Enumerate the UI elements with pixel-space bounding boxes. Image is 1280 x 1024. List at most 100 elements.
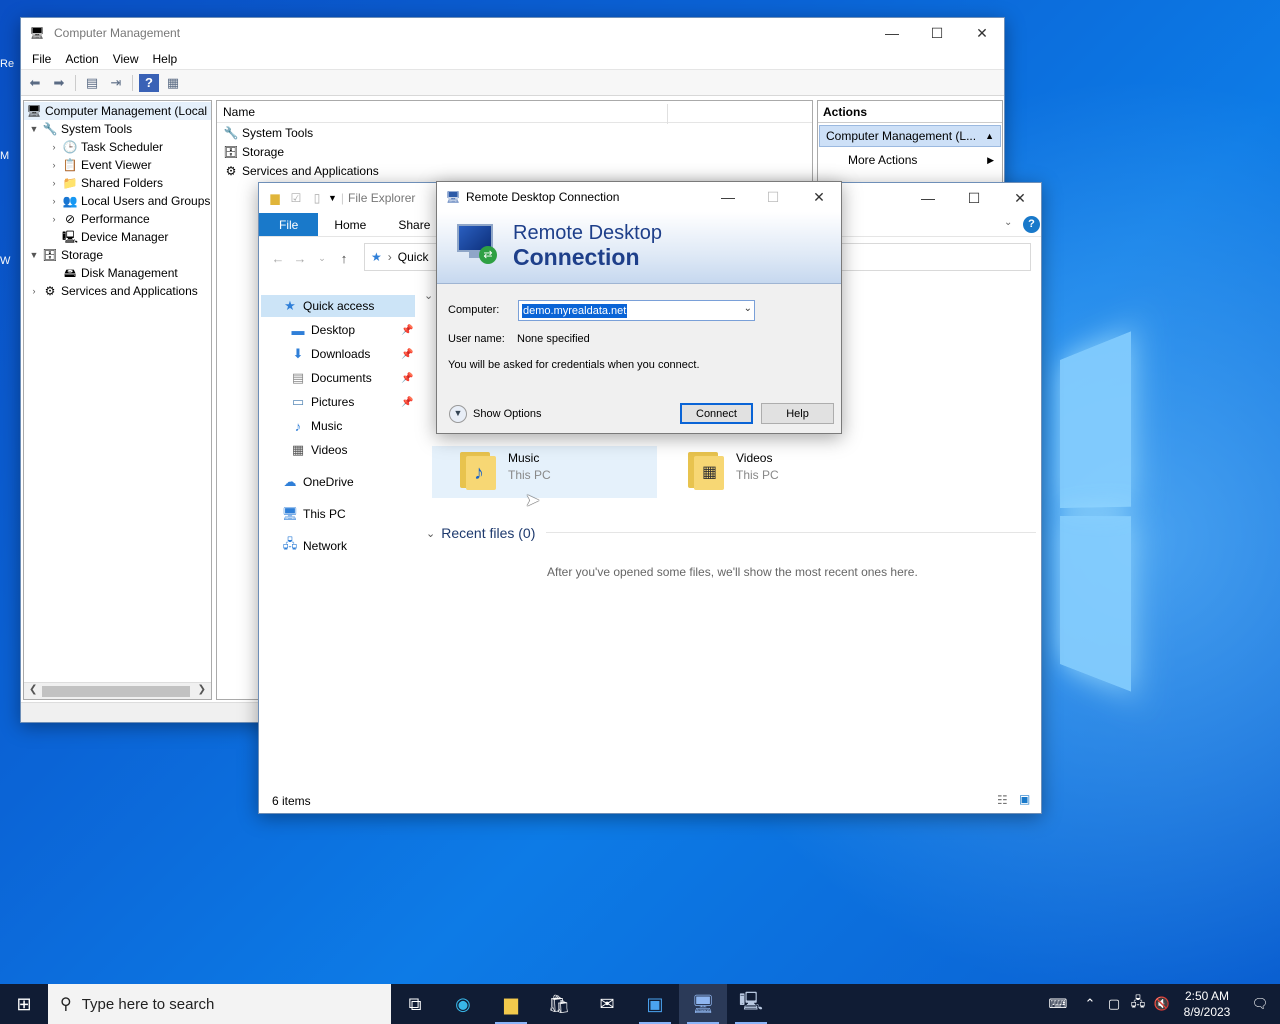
expand-icon[interactable]: › <box>28 286 40 296</box>
desktop-icon[interactable]: M <box>0 150 22 172</box>
meet-now-icon[interactable]: ▢ <box>1102 996 1126 1012</box>
network-icon[interactable]: 🖧 <box>1126 993 1150 1015</box>
help-button[interactable]: Help <box>761 403 834 424</box>
help-icon[interactable]: ? <box>1023 216 1040 233</box>
show-hide-tree-icon[interactable]: ▤ <box>82 74 102 92</box>
keyboard-icon[interactable]: ⌨ <box>1046 996 1070 1012</box>
tree-storage[interactable]: ▼ 🗄 Storage <box>28 246 104 264</box>
nav-documents[interactable]: ▤ Documents 📌 <box>289 367 419 389</box>
maximize-button[interactable]: ☐ <box>914 18 960 48</box>
tree-performance[interactable]: › ⊘ Performance <box>48 210 150 228</box>
expand-icon[interactable]: › <box>48 142 60 152</box>
desktop-icon[interactable]: Re <box>0 58 22 80</box>
close-button[interactable]: ✕ <box>796 182 842 212</box>
nav-music[interactable]: ♪ Music <box>289 415 343 437</box>
properties-icon[interactable]: ☑ <box>288 190 304 206</box>
close-button[interactable]: ✕ <box>997 183 1043 213</box>
taskbar-computer-management[interactable]: 🖳 <box>727 984 775 1024</box>
large-icons-view-icon[interactable]: ▣ <box>1019 792 1030 806</box>
forward-arrow-icon[interactable]: → <box>289 251 311 266</box>
notifications-icon[interactable]: 🗨 <box>1240 996 1280 1012</box>
up-arrow-icon[interactable]: ↑ <box>333 251 355 266</box>
nav-onedrive[interactable]: ☁ OneDrive <box>281 471 354 493</box>
collapse-section-icon[interactable]: ⌄ <box>424 289 433 302</box>
back-arrow-icon[interactable]: ← <box>267 251 289 266</box>
taskbar-mail[interactable]: ✉ <box>583 984 631 1024</box>
pin-icon[interactable]: 📌 <box>401 373 413 384</box>
action-pane-icon[interactable]: ▦ <box>163 74 183 92</box>
tab-home[interactable]: Home <box>318 213 382 236</box>
help-icon[interactable]: ? <box>139 73 159 92</box>
nav-network[interactable]: 🖧 Network <box>281 535 347 557</box>
taskbar-remote-desktop[interactable]: 🖥 <box>679 984 727 1024</box>
task-view-button[interactable]: ⧉ <box>391 984 439 1024</box>
start-button[interactable]: ⊞ <box>0 984 48 1024</box>
nav-videos[interactable]: ▦ Videos <box>289 439 348 461</box>
more-actions-item[interactable]: More Actions ▶ <box>818 149 1002 171</box>
collapse-icon[interactable]: ▼ <box>28 124 40 134</box>
collapse-up-icon[interactable]: ▲ <box>985 131 994 141</box>
show-options-chevron-icon[interactable]: ▼ <box>449 405 467 423</box>
nav-quick-access[interactable]: ★ Quick access <box>261 295 415 317</box>
clock[interactable]: 2:50 AM 8/9/2023 <box>1174 988 1240 1020</box>
expand-icon[interactable]: › <box>48 214 60 224</box>
chevron-down-icon[interactable]: ⌄ <box>744 303 752 314</box>
quick-access-toolbar-dropdown-icon[interactable]: ▼ <box>328 193 337 203</box>
volume-muted-icon[interactable]: 🔇 <box>1150 996 1174 1012</box>
list-item[interactable]: 🔧 System Tools <box>217 123 812 142</box>
column-header[interactable]: Name <box>217 101 812 124</box>
title-bar[interactable]: 🖥 Computer Management — ☐ ✕ <box>21 18 1004 48</box>
recent-files-header[interactable]: ⌄ Recent files (0) <box>426 523 1041 543</box>
new-folder-icon[interactable]: ▯ <box>309 190 325 206</box>
menu-view[interactable]: View <box>106 52 146 66</box>
show-options-link[interactable]: Show Options <box>473 408 541 420</box>
connect-button[interactable]: Connect <box>680 403 753 424</box>
taskbar-file-explorer[interactable]: ▆ <box>487 984 535 1024</box>
desktop-icon[interactable]: W <box>0 255 22 277</box>
export-list-icon[interactable]: ⇥ <box>106 74 126 92</box>
horizontal-scrollbar[interactable]: ❮ ❯ <box>24 682 211 699</box>
forward-arrow-icon[interactable]: ➡ <box>49 74 69 92</box>
folder-tile-music[interactable]: ♪ Music This PC <box>432 446 657 498</box>
menu-help[interactable]: Help <box>146 52 185 66</box>
recent-locations-icon[interactable]: ⌄ <box>311 253 333 264</box>
pin-icon[interactable]: 📌 <box>401 349 413 360</box>
pin-icon[interactable]: 📌 <box>401 397 413 408</box>
scroll-left-icon[interactable]: ❮ <box>29 684 37 695</box>
taskbar-app[interactable]: ▣ <box>631 984 679 1024</box>
list-item[interactable]: ⚙ Services and Applications <box>217 161 812 180</box>
details-view-icon[interactable]: ☷ <box>997 793 1008 807</box>
close-button[interactable]: ✕ <box>959 18 1005 48</box>
tree-disk-management[interactable]: 🖴 Disk Management <box>60 264 178 282</box>
nav-pictures[interactable]: ▭ Pictures 📌 <box>289 391 419 413</box>
tree-system-tools[interactable]: ▼ 🔧 System Tools <box>28 120 133 138</box>
tree-services[interactable]: › ⚙ Services and Applications <box>28 282 198 300</box>
collapse-icon[interactable]: ▼ <box>28 250 40 260</box>
expand-icon[interactable]: › <box>48 196 60 206</box>
tree-event-viewer[interactable]: › 📋 Event Viewer <box>48 156 152 174</box>
menu-action[interactable]: Action <box>58 52 105 66</box>
list-item[interactable]: 🗄 Storage <box>217 142 812 161</box>
tree-device-manager[interactable]: 🖳 Device Manager <box>60 228 168 246</box>
tree-shared-folders[interactable]: › 📁 Shared Folders <box>48 174 164 192</box>
computer-combobox[interactable]: demo.myrealdata.net ⌄ <box>518 300 755 321</box>
minimize-button[interactable]: — <box>869 18 915 48</box>
maximize-button[interactable]: ☐ <box>951 183 997 213</box>
folder-tile-videos[interactable]: ▦ Videos This PC <box>660 446 885 498</box>
expand-icon[interactable]: › <box>48 178 60 188</box>
tab-file[interactable]: File <box>259 213 319 236</box>
pin-icon[interactable]: 📌 <box>401 325 413 336</box>
nav-this-pc[interactable]: 🖥 This PC <box>281 503 346 525</box>
menu-file[interactable]: File <box>25 52 58 66</box>
actions-section-header[interactable]: Computer Management (L... ▲ <box>819 125 1001 147</box>
back-arrow-icon[interactable]: ⬅ <box>25 74 45 92</box>
minimize-button[interactable]: — <box>905 183 951 213</box>
scroll-right-icon[interactable]: ❯ <box>198 684 206 695</box>
minimize-button[interactable]: — <box>705 182 751 212</box>
tree-local-users[interactable]: › 👥 Local Users and Groups <box>48 192 211 210</box>
taskbar-edge[interactable]: ◉ <box>439 984 487 1024</box>
tree-task-scheduler[interactable]: › 🕒 Task Scheduler <box>48 138 164 156</box>
tree-root[interactable]: 🖥 Computer Management (Local <box>24 102 211 120</box>
taskbar-store[interactable]: 🛍 <box>535 984 583 1024</box>
chevron-down-icon[interactable]: ⌄ <box>426 527 435 540</box>
